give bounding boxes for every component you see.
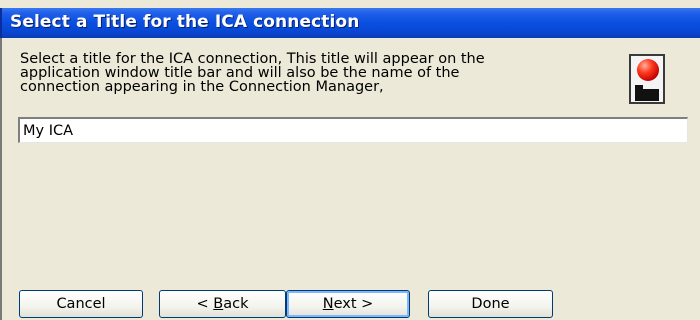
wizard-window: Select a Title for the ICA connection Se… xyxy=(0,0,700,320)
instruction-line-1: Select a title for the ICA connection, T… xyxy=(20,51,485,67)
cancel-button[interactable]: Cancel xyxy=(19,290,143,318)
window-title: Select a Title for the ICA connection xyxy=(10,12,360,32)
icon-red-ball xyxy=(637,59,659,81)
window-left-border xyxy=(0,38,2,320)
next-button[interactable]: Next > xyxy=(286,290,410,318)
instruction-line-3: connection appearing in the Connection M… xyxy=(20,79,384,95)
done-button-label: Done xyxy=(471,296,510,312)
back-button[interactable]: < Back xyxy=(159,290,286,318)
icon-base xyxy=(635,89,659,101)
back-button-prefix: < xyxy=(196,296,214,312)
title-bar[interactable]: Select a Title for the ICA connection xyxy=(0,8,700,38)
instruction-line-2: application window title bar and will al… xyxy=(20,65,460,81)
citrix-ica-icon xyxy=(629,54,665,104)
next-button-label-rest: ext > xyxy=(333,296,374,312)
instruction-text: Select a title for the ICA connection, T… xyxy=(20,51,610,95)
connection-title-input[interactable] xyxy=(18,117,688,143)
back-button-label-rest: ack xyxy=(223,296,249,312)
next-button-accelerator: N xyxy=(322,296,334,312)
back-button-accelerator: B xyxy=(213,296,224,312)
cancel-button-label: Cancel xyxy=(56,296,106,312)
done-button[interactable]: Done xyxy=(428,290,553,318)
